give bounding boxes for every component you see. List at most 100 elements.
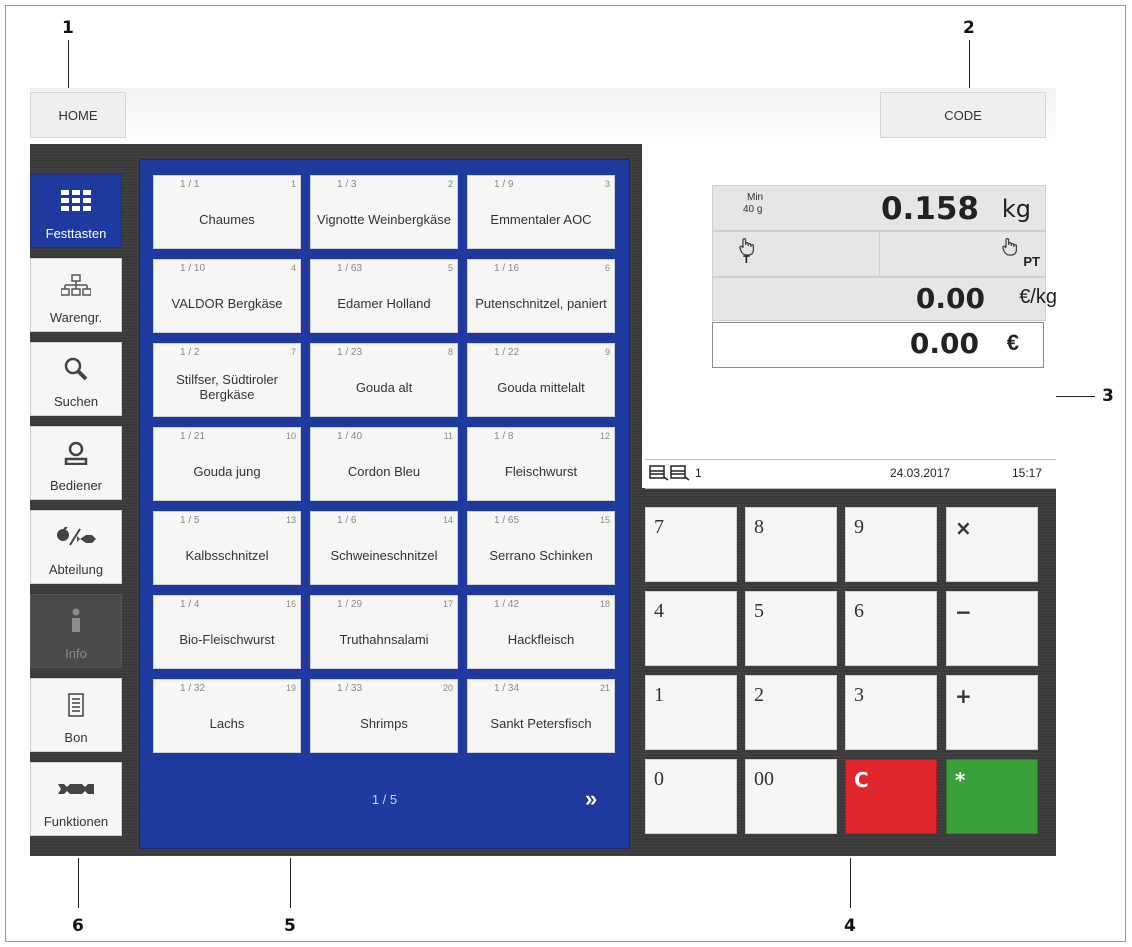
sidebar-item-label: Festtasten [45,226,107,241]
key-9[interactable]: 9 [845,507,937,582]
receipt-icon [68,679,84,730]
product-name: Fleischwurst [504,463,578,479]
product-key-number: 3 [604,179,610,189]
product-button[interactable]: 1 / 16 6 Putenschnitzel, paniert [467,259,615,333]
sidebar-item-bon[interactable]: Bon [30,678,122,752]
key-5[interactable]: 5 [745,591,837,666]
product-name: Shrimps [360,715,408,731]
product-key-number: 14 [442,515,453,525]
operator-icon [649,465,693,484]
product-button[interactable]: 1 / 40 11 Cordon Bleu [310,427,458,501]
product-button[interactable]: 1 / 22 9 Gouda mittelalt [467,343,615,417]
product-plu: 1 / 9 [494,179,514,190]
product-button[interactable]: 1 / 32 19 Lachs [153,679,301,753]
key-operator[interactable]: − [946,591,1038,666]
home-button[interactable]: HOME [30,92,126,138]
callout-3: 3 [1102,386,1114,406]
unit-price-unit: €/kg [1019,286,1057,308]
product-button[interactable]: 1 / 34 21 Sankt Petersfisch [467,679,615,753]
grid-icon [61,175,91,226]
key-00[interactable]: 00 [745,759,837,834]
product-button[interactable]: 1 / 23 8 Gouda alt [310,343,458,417]
product-plu: 1 / 1 [180,179,200,190]
product-name: Bio-Fleischwurst [179,631,275,647]
enter-key[interactable]: * [946,759,1038,834]
sidebar-item-funktionen[interactable]: Funktionen [30,762,122,836]
callout-2: 2 [963,18,975,38]
status-date: 24.03.2017 [890,466,951,480]
product-button[interactable]: 1 / 8 12 Fleischwurst [467,427,615,501]
unit-price-value: 0.00 [915,282,985,315]
product-button[interactable]: 1 / 29 17 Truthahnsalami [310,595,458,669]
product-button[interactable]: 1 / 63 5 Edamer Holland [310,259,458,333]
key-operator[interactable]: × [946,507,1038,582]
product-button[interactable]: 1 / 21 10 Gouda jung [153,427,301,501]
product-plu: 1 / 2 [180,347,200,358]
product-name: Putenschnitzel, paniert [475,295,607,311]
sidebar-item-label: Info [65,646,87,661]
product-grid-panel: 1 / 1 1 Chaumes 1 / 3 2 Vignotte Weinbergkäse… [139,159,630,849]
operator-count: 1 [695,466,702,480]
product-button[interactable]: 1 / 9 3 Emmentaler AOC [467,175,615,249]
product-plu: 1 / 34 [494,683,520,694]
product-button[interactable]: 1 / 42 18 Hackfleisch [467,595,615,669]
clear-key[interactable]: C [845,759,937,834]
preset-tare-field[interactable]: PT [880,232,1046,276]
key-label: × [955,516,972,540]
key-0[interactable]: 0 [645,759,737,834]
sidebar-item-warengr[interactable]: Warengr. [30,258,122,332]
info-icon [69,595,83,646]
sidebar-item-label: Funktionen [43,814,109,829]
product-button[interactable]: 1 / 65 15 Serrano Schinken [467,511,615,585]
product-button[interactable]: 1 / 6 14 Schweineschnitzel [310,511,458,585]
weight-unit: kg [1001,195,1031,223]
search-icon [63,343,89,394]
product-button[interactable]: 1 / 2 7 Stilfser, Südtiroler Bergkäse [153,343,301,417]
product-key-number: 1 [290,179,296,189]
total-unit: € [1006,330,1019,355]
product-plu: 1 / 22 [494,347,520,358]
key-1[interactable]: 1 [645,675,737,750]
product-key-number: 16 [285,599,296,609]
product-key-number: 10 [285,431,296,441]
sidebar-item-abteilung[interactable]: Abteilung [30,510,122,584]
sidebar-item-festtasten[interactable]: Festtasten [30,174,122,248]
next-page-button[interactable]: » [585,786,597,812]
product-key-number: 18 [599,599,610,609]
key-label: + [955,684,972,708]
key-4[interactable]: 4 [645,591,737,666]
sidebar-item-suchen[interactable]: Suchen [30,342,122,416]
sidebar-item-bediener[interactable]: Bediener [30,426,122,500]
product-plu: 1 / 29 [337,599,363,610]
key-8[interactable]: 8 [745,507,837,582]
product-button[interactable]: 1 / 4 16 Bio-Fleischwurst [153,595,301,669]
key-label: 0 [654,768,664,790]
product-plu: 1 / 3 [337,179,357,190]
tare-field[interactable]: T [713,232,880,276]
key-label: 9 [854,516,864,538]
product-button[interactable]: 1 / 3 2 Vignotte Weinbergkäse [310,175,458,249]
product-button[interactable]: 1 / 33 20 Shrimps [310,679,458,753]
product-button[interactable]: 1 / 1 1 Chaumes [153,175,301,249]
key-3[interactable]: 3 [845,675,937,750]
key-label: C [854,768,869,792]
product-plu: 1 / 8 [494,431,514,442]
product-name: Lachs [209,715,245,731]
status-bar: 1 24.03.2017 15:17 [645,459,1056,489]
key-operator[interactable]: + [946,675,1038,750]
key-2[interactable]: 2 [745,675,837,750]
product-name: Hackfleisch [507,631,575,647]
key-label: 7 [654,516,664,538]
product-button[interactable]: 1 / 5 13 Kalbsschnitzel [153,511,301,585]
code-button[interactable]: CODE [880,92,1046,138]
key-7[interactable]: 7 [645,507,737,582]
key-label: 3 [854,684,864,706]
sidebar-item-info[interactable]: Info [30,594,122,668]
product-button[interactable]: 1 / 10 4 VALDOR Bergkäse [153,259,301,333]
total-row: 0.00 € [712,322,1044,368]
unit-price-row: 0.00 €/kg [712,277,1057,321]
product-name: Schweineschnitzel [330,547,438,563]
key-6[interactable]: 6 [845,591,937,666]
product-name: VALDOR Bergkäse [171,295,283,311]
product-key-number: 20 [442,683,453,693]
